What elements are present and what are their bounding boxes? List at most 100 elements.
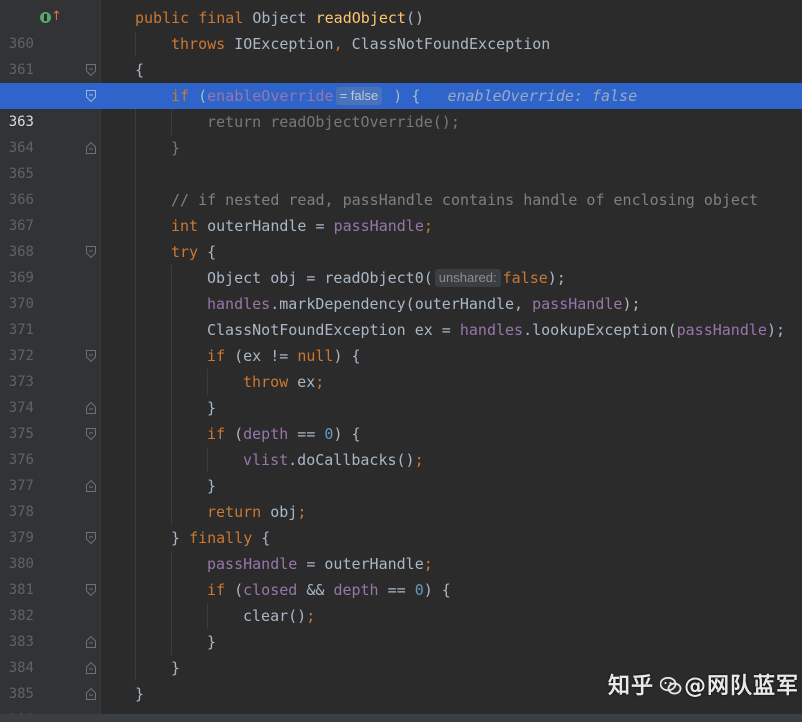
implementing-method-icon-glyph	[44, 14, 47, 21]
code-line-367[interactable]: 367 // if nested read, passHandle contai…	[0, 187, 802, 234]
code-line-370[interactable]: 370 Object obj = readObject0(unshared: fa…	[0, 265, 802, 312]
code-text[interactable]: }	[207, 629, 216, 655]
code-comment[interactable]: // if nested read, passHandle contains h…	[171, 187, 758, 213]
code-text[interactable]: ClassNotFoundException ex = handles.look…	[207, 317, 785, 343]
indent-guide	[135, 135, 136, 161]
horizontal-scrollbar[interactable]	[0, 714, 802, 722]
indent-guide	[171, 369, 172, 395]
indent-guide	[171, 447, 172, 473]
code-line-376[interactable]: 376 if (depth == 0) {	[0, 421, 802, 468]
code-text[interactable]: Object obj = readObject0(unshared: false)…	[207, 265, 566, 291]
code-editor[interactable]: 360 ↑ public final Object readObject() 3…	[0, 0, 802, 722]
zhihu-watermark: 知乎 @网队蓝军	[608, 672, 799, 702]
fold-open-icon[interactable]	[86, 64, 96, 76]
indent-guide	[207, 369, 208, 395]
code-line-368[interactable]: 368 int outerHandle = passHandle;	[0, 213, 802, 260]
indent-guide	[135, 603, 136, 629]
code-text[interactable]: passHandle = outerHandle;	[207, 551, 433, 577]
fold-end-icon[interactable]	[86, 142, 96, 154]
override-arrow-icon[interactable]: ↑	[51, 8, 62, 26]
code-line-374[interactable]: 374 throw ex;	[0, 369, 802, 416]
code-text[interactable]: int outerHandle = passHandle;	[171, 213, 433, 239]
code-text[interactable]: return obj;	[207, 499, 306, 525]
code-line-366[interactable]: 366	[0, 161, 802, 208]
code-line-381[interactable]: 381 passHandle = outerHandle;	[0, 551, 802, 598]
code-text[interactable]: }	[171, 655, 180, 681]
code-text[interactable]: if (depth == 0) {	[207, 421, 361, 447]
fold-open-icon[interactable]	[86, 584, 96, 596]
indent-guide	[171, 265, 172, 291]
code-text[interactable]: }	[171, 135, 180, 161]
code-line-378[interactable]: 378 }	[0, 473, 802, 520]
indent-guide	[135, 499, 136, 525]
code-line-379[interactable]: 379 return obj;	[0, 499, 802, 546]
code-line-384[interactable]: 384 }	[0, 629, 802, 676]
fold-end-icon[interactable]	[86, 662, 96, 674]
indent-guide	[171, 343, 172, 369]
indent-guide	[171, 317, 172, 343]
indent-guide	[135, 577, 136, 603]
indent-guide	[135, 161, 136, 187]
indent-guide	[171, 421, 172, 447]
fold-open-icon[interactable]	[86, 532, 96, 544]
fold-open-icon[interactable]	[86, 428, 96, 440]
code-text[interactable]: }	[207, 395, 216, 421]
wechat-icon	[660, 677, 682, 695]
code-text[interactable]: throws IOException, ClassNotFoundExcepti…	[171, 31, 550, 57]
code-line-372[interactable]: 372 ClassNotFoundException ex = handles.…	[0, 317, 802, 364]
code-text[interactable]: }	[207, 473, 216, 499]
indent-guide	[171, 629, 172, 655]
code-text[interactable]: throw ex;	[243, 369, 324, 395]
code-text[interactable]: {	[135, 57, 144, 83]
code-text[interactable]: handles.markDependency(outerHandle, pass…	[207, 291, 641, 317]
code-line-383[interactable]: 383 clear();	[0, 603, 802, 650]
code-line-361[interactable]: 361 throws IOException, ClassNotFoundExc…	[0, 31, 802, 78]
current-line-highlight[interactable]: 363 if (enableOverride = false ) { enable…	[0, 83, 802, 130]
code-text[interactable]: try {	[171, 239, 216, 265]
inline-value-hint: = false	[335, 87, 383, 105]
code-text[interactable]: return readObjectOverride();	[207, 109, 460, 135]
indent-guide	[135, 187, 136, 213]
code-line-369[interactable]: 369 try {	[0, 239, 802, 286]
indent-guide	[171, 499, 172, 525]
indent-guide	[171, 395, 172, 421]
fold-open-icon[interactable]	[86, 350, 96, 362]
code-text[interactable]: if (ex != null) {	[207, 343, 361, 369]
parameter-name-hint: unshared:	[434, 269, 501, 287]
indent-guide	[171, 109, 172, 135]
code-line-362[interactable]: 362 {	[0, 57, 802, 104]
indent-guide	[135, 525, 136, 551]
code-text[interactable]: vlist.doCallbacks();	[243, 447, 424, 473]
indent-guide	[171, 291, 172, 317]
watermark-prefix: 知乎	[608, 674, 655, 699]
indent-guide	[135, 239, 136, 265]
code-line-364[interactable]: 364 return readObjectOverride();	[0, 109, 802, 156]
indent-guide	[135, 343, 136, 369]
indent-guide	[135, 291, 136, 317]
code-line-380[interactable]: 380 } finally {	[0, 525, 802, 572]
code-text[interactable]: if (enableOverride = false ) { enableOver…	[171, 83, 637, 109]
fold-end-icon[interactable]	[86, 402, 96, 414]
code-line-373[interactable]: 373 if (ex != null) {	[0, 343, 802, 390]
code-line-371[interactable]: 371 handles.markDependency(outerHandle, …	[0, 291, 802, 338]
indent-guide	[135, 265, 136, 291]
code-text[interactable]: clear();	[243, 603, 315, 629]
indent-guide	[135, 369, 136, 395]
code-line-360[interactable]: 360 ↑ public final Object readObject()	[0, 5, 802, 52]
fold-end-icon[interactable]	[86, 480, 96, 492]
code-text[interactable]: } finally {	[171, 525, 270, 551]
code-text[interactable]: public final Object readObject()	[135, 5, 424, 31]
code-line-382[interactable]: 382 if (closed && depth == 0) {	[0, 577, 802, 624]
fold-open-icon[interactable]	[86, 246, 96, 258]
indent-guide	[135, 213, 136, 239]
fold-end-icon[interactable]	[86, 636, 96, 648]
indent-guide	[207, 603, 208, 629]
fold-end-icon[interactable]	[86, 688, 96, 700]
code-text[interactable]: }	[135, 681, 144, 707]
code-text[interactable]: if (closed && depth == 0) {	[207, 577, 451, 603]
indent-guide	[135, 551, 136, 577]
code-line-377[interactable]: 377 vlist.doCallbacks();	[0, 447, 802, 494]
code-line-365[interactable]: 365 }	[0, 135, 802, 182]
code-line-375[interactable]: 375 }	[0, 395, 802, 442]
fold-open-icon[interactable]	[86, 90, 96, 102]
